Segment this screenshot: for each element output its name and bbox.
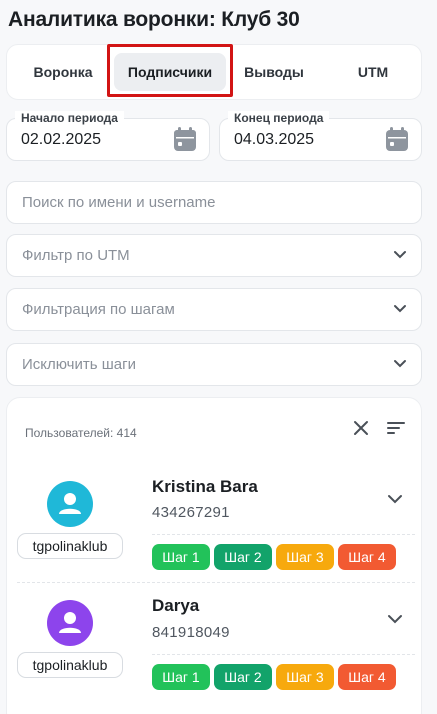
utm-filter-placeholder: Фильтр по UTM	[22, 247, 130, 264]
chevron-down-icon	[394, 305, 406, 313]
source-chip: tgpolinaklub	[17, 533, 123, 559]
period-start-label: Начало периода	[15, 111, 124, 125]
step-badge: Шаг 2	[214, 664, 272, 690]
divider	[152, 534, 415, 535]
users-list: Пользователей: 414 tgpolinaklub Kristina…	[6, 397, 422, 714]
user-name: Kristina Bara	[152, 477, 258, 496]
step-badge: Шаг 2	[214, 544, 272, 570]
users-count: Пользователей: 414	[25, 426, 137, 440]
tab-utm[interactable]: UTM	[333, 53, 413, 91]
tab-conclusions[interactable]: Выводы	[231, 53, 317, 91]
calendar-icon[interactable]	[173, 127, 197, 152]
user-row[interactable]: tgpolinaklub Darya 841918049 Шаг 1 Шаг 2…	[7, 584, 421, 701]
user-row[interactable]: tgpolinaklub Kristina Bara 434267291 Шаг…	[7, 464, 421, 581]
step-badge: Шаг 4	[338, 544, 396, 570]
steps-filter-placeholder: Фильтрация по шагам	[22, 301, 175, 318]
search-placeholder: Поиск по имени и username	[22, 194, 216, 211]
divider	[152, 654, 415, 655]
sort-icon[interactable]	[385, 418, 407, 438]
calendar-icon[interactable]	[385, 127, 409, 152]
step-badge: Шаг 3	[276, 544, 334, 570]
step-badge: Шаг 3	[276, 664, 334, 690]
avatar	[47, 481, 93, 527]
utm-filter-select[interactable]: Фильтр по UTM	[6, 234, 422, 277]
chevron-down-icon	[394, 251, 406, 259]
avatar	[47, 600, 93, 646]
period-end-field[interactable]: Конец периода 04.03.2025	[219, 111, 422, 161]
search-input[interactable]: Поиск по имени и username	[6, 181, 422, 224]
step-badges: Шаг 1 Шаг 2 Шаг 3 Шаг 4	[152, 664, 396, 690]
user-name: Darya	[152, 596, 200, 615]
period-start-value: 02.02.2025	[21, 131, 102, 148]
tab-subscribers[interactable]: Подписчики	[114, 53, 226, 91]
user-id: 434267291	[152, 504, 230, 521]
chevron-down-icon[interactable]	[387, 614, 403, 624]
step-badge: Шаг 1	[152, 664, 210, 690]
exclude-steps-placeholder: Исключить шаги	[22, 356, 136, 373]
step-badge: Шаг 4	[338, 664, 396, 690]
exclude-steps-select[interactable]: Исключить шаги	[6, 343, 422, 386]
tab-funnel[interactable]: Воронка	[17, 53, 109, 91]
step-badge: Шаг 1	[152, 544, 210, 570]
user-id: 841918049	[152, 624, 230, 641]
step-badges: Шаг 1 Шаг 2 Шаг 3 Шаг 4	[152, 544, 396, 570]
period-start-field[interactable]: Начало периода 02.02.2025	[6, 111, 210, 161]
close-icon[interactable]	[351, 418, 371, 438]
row-divider	[17, 582, 415, 583]
period-end-label: Конец периода	[228, 111, 330, 125]
period-end-value: 04.03.2025	[234, 131, 315, 148]
page-title: Аналитика воронки: Клуб 30	[8, 8, 300, 31]
source-chip: tgpolinaklub	[17, 652, 123, 678]
chevron-down-icon[interactable]	[387, 494, 403, 504]
user-icon	[47, 481, 93, 527]
user-icon	[47, 600, 93, 646]
chevron-down-icon	[394, 360, 406, 368]
tab-bar: Воронка Подписчики Выводы UTM	[6, 44, 422, 100]
steps-filter-select[interactable]: Фильтрация по шагам	[6, 288, 422, 331]
